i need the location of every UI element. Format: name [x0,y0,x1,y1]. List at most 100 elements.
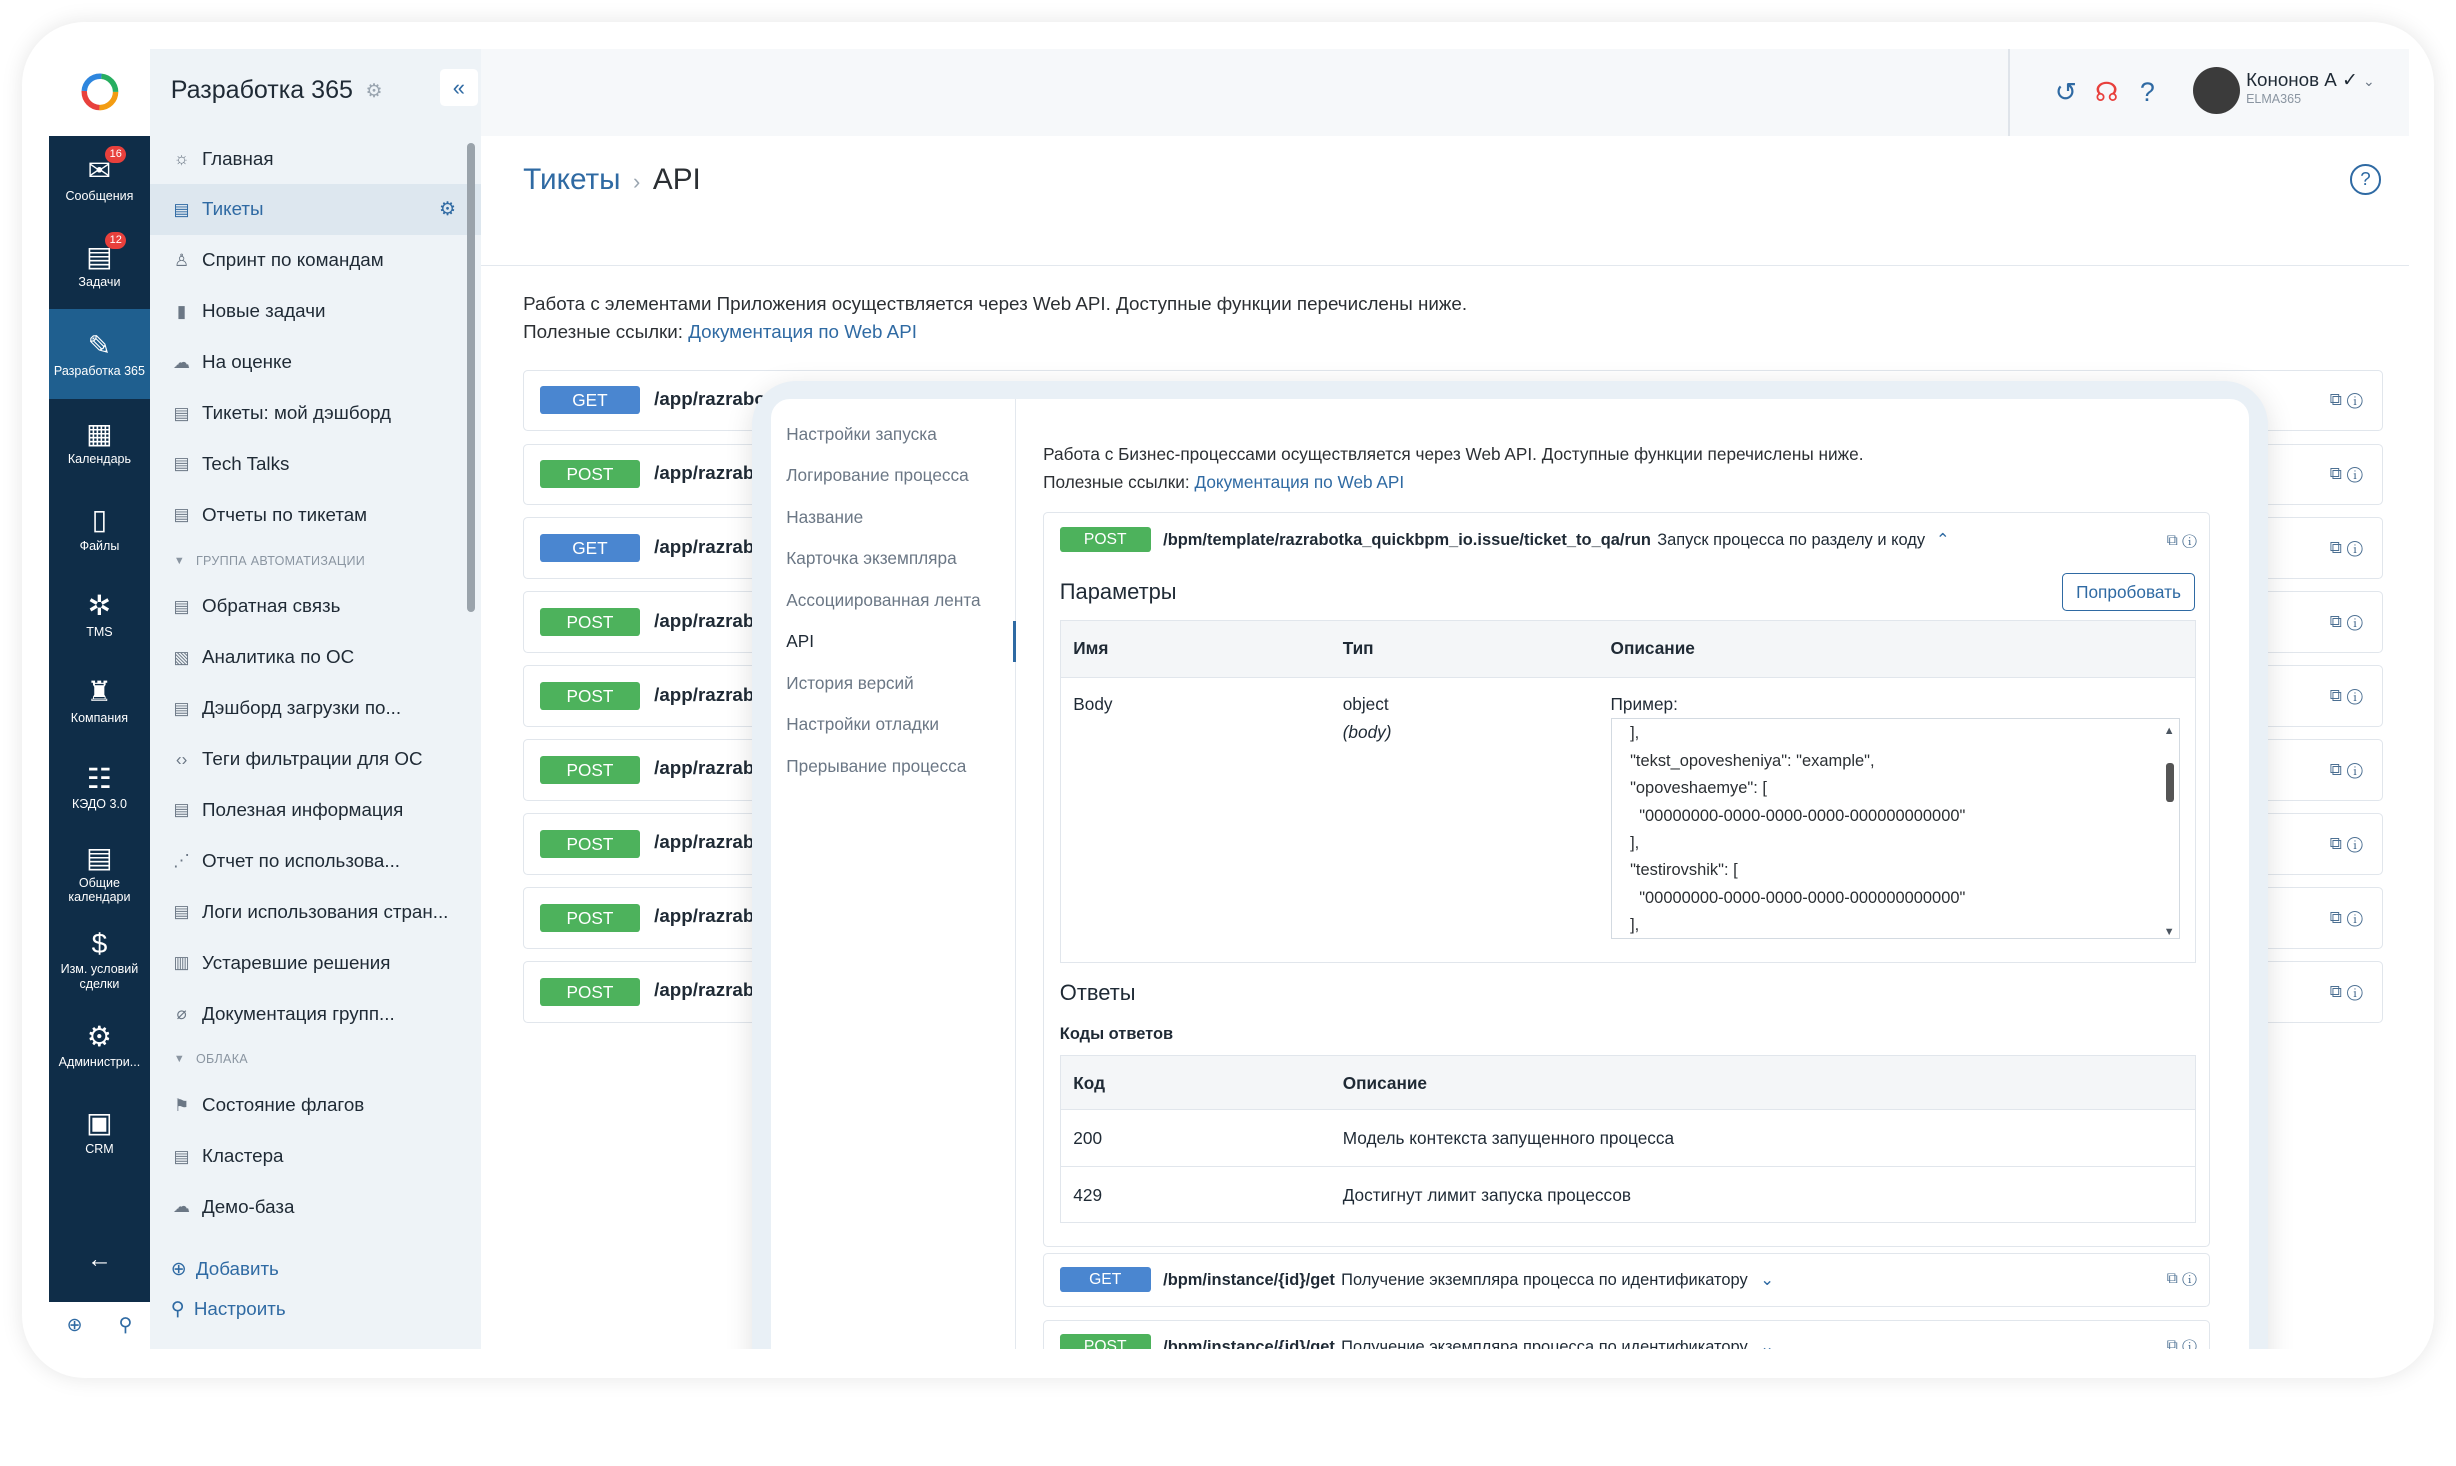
endpoint-path[interactable]: /bpm/template/razrabotka_quickbpm_io.iss… [1163,530,1950,550]
help-icon[interactable]: ⓘ [2347,463,2363,483]
sidebar-scrollbar[interactable] [466,142,475,1255]
settings-gear-icon[interactable]: ⚙ [365,80,382,102]
copy-icon[interactable]: ⧉ [2330,537,2347,557]
user-name[interactable]: Кононов А ✓ ⌄ [2246,69,2375,91]
endpoint-row[interactable]: GET/bpm/instance/{id}/get Получение экзем… [1043,1253,2211,1307]
endpoint-path[interactable]: /app/razrab [654,831,754,853]
try-it-button[interactable]: Попробовать [2061,572,2196,611]
help-icon[interactable]: ⓘ [2347,611,2363,631]
collapse-sidebar-button[interactable]: « [440,68,478,107]
endpoint-path[interactable]: /app/razrab [654,979,754,1001]
help-icon[interactable]: ⓘ [2182,1270,2197,1287]
help-icon[interactable]: ⓘ [2347,907,2363,927]
endpoint-path[interactable]: /app/razrab [654,757,754,779]
example-code-box[interactable]: ], "tekst_opovesheniya": "example", "opo… [1610,717,2180,940]
help-icon[interactable]: ? [2350,164,2381,196]
add-circle-icon[interactable]: ⊕ [67,1314,83,1336]
copy-icon[interactable]: ⧉ [2167,1337,2183,1349]
sidebar-item[interactable]: ☼ Главная [150,133,480,184]
gear-icon[interactable]: ⚙ [439,198,456,220]
web-api-docs-link[interactable]: Документация по Web API [688,321,917,342]
rail-item[interactable]: ✲ TMS [49,572,151,658]
sidebar-item[interactable]: ▤ Обратная связь [150,581,480,632]
copy-icon[interactable]: ⧉ [2330,389,2347,409]
sidebar-item[interactable]: ⋰ Отчет по использова... [150,835,480,886]
sidebar-item[interactable]: ‹› Теги фильтрации для ОС [150,734,480,785]
endpoint-path[interactable]: /app/razrab [654,610,754,632]
endpoint-path[interactable]: /bpm/instance/{id}/get Получение экземпля… [1163,1270,1774,1290]
sidebar-item[interactable]: ▧ Аналитика по ОС [150,632,480,683]
endpoint-path[interactable]: /app/razrab [654,462,754,484]
rail-item[interactable]: ✎ Разработка 365 [48,308,151,400]
code-scrollbar[interactable]: ▲ ▼ [2163,725,2176,938]
chevron-up-icon[interactable]: ⌃ [1936,531,1950,549]
copy-icon[interactable]: ⧉ [2330,463,2347,483]
rail-item[interactable]: ▤ Общие календари [49,830,151,916]
endpoint-path[interactable]: /app/razrab [654,905,754,927]
process-nav-item[interactable]: Логирование процесса [771,455,1015,497]
endpoint-row[interactable]: POST/bpm/instance/{id}/get Получение экзе… [1043,1320,2211,1349]
process-nav-item[interactable]: Карточка экземпляра [771,538,1015,580]
sidebar-item[interactable]: ▤ Отчеты по тикетам [150,489,480,540]
sidebar-item[interactable]: ▤ Дэшборд загрузки по... [150,683,480,734]
breadcrumb-root[interactable]: Тикеты [523,163,620,196]
add-button[interactable]: ⊕ Добавить [150,1248,480,1289]
endpoint-path[interactable]: /bpm/instance/{id}/get Получение экземпля… [1163,1337,1774,1349]
sidebar-item[interactable]: ▤ Полезная информация [150,785,480,836]
process-nav-item[interactable]: Прерывание процесса [771,745,1015,787]
endpoint-path[interactable]: /app/razrab [654,536,754,558]
copy-icon[interactable]: ⧉ [2330,759,2347,779]
support-headset-icon[interactable]: ☊ [2091,77,2122,108]
process-nav-item[interactable]: API [771,620,1017,663]
sidebar-item[interactable]: ▮ Новые задачи [150,286,480,337]
sidebar-item[interactable]: ▤ Кластера [150,1131,480,1182]
help-icon[interactable]: ⓘ [2347,537,2363,557]
help-icon[interactable]: ⓘ [2347,759,2363,779]
help-icon[interactable]: ⓘ [2182,532,2197,549]
copy-icon[interactable]: ⧉ [2330,907,2347,927]
copy-icon[interactable]: ⧉ [2330,685,2347,705]
rail-item[interactable]: $ Изм. условий сделки [49,916,151,1002]
sidebar-item[interactable]: ▤ Tech Talks [150,438,480,489]
avatar[interactable] [2192,67,2240,115]
copy-icon[interactable]: ⧉ [2167,1270,2183,1287]
sidebar-item[interactable]: ☁ На оценке [150,337,480,388]
copy-icon[interactable]: ⧉ [2330,833,2347,853]
app-logo[interactable] [48,48,151,137]
copy-icon[interactable]: ⧉ [2330,611,2347,631]
rail-item[interactable]: ⚙ Администри... [49,1002,151,1088]
chevron-down-icon[interactable]: ⌄ [1760,1271,1774,1289]
help-icon[interactable]: ⓘ [2182,1337,2197,1349]
process-web-api-docs-link[interactable]: Документация по Web API [1194,472,1404,492]
process-nav-item[interactable]: История версий [771,662,1015,704]
sidebar-item[interactable]: ▤ Логи использования стран... [150,886,480,937]
wrench-icon[interactable]: ⚲ [119,1314,133,1336]
process-nav-item[interactable]: Название [771,496,1015,538]
process-nav-item[interactable]: Настройки отладки [771,704,1015,746]
help-icon[interactable]: ⓘ [2347,685,2363,705]
rail-item[interactable]: ▦ Календарь [49,399,151,485]
help-icon[interactable]: ⓘ [2347,981,2363,1001]
configure-button[interactable]: ⚲ Настроить [150,1289,480,1330]
copy-icon[interactable]: ⧉ [2330,981,2347,1001]
rail-item[interactable]: ♜ Компания [49,658,151,744]
rail-item[interactable]: ▣ CRM [49,1089,151,1175]
sidebar-group-header[interactable]: ▼ ОБЛАКА [150,1039,480,1080]
sidebar-item[interactable]: ♙ Спринт по командам [150,235,480,286]
sidebar-item[interactable]: ▤ Тикеты ⚙ [150,184,481,235]
sidebar-item[interactable]: ▤ Тикеты: мой дэшборд [150,388,480,439]
history-icon[interactable]: ↺ [2050,77,2081,108]
copy-icon[interactable]: ⧉ [2167,532,2178,549]
back-arrow-icon[interactable]: ← [49,1245,151,1308]
sidebar-item[interactable]: ⚑ Состояние флагов [150,1080,480,1131]
scroll-up-icon[interactable]: ▲ [2163,725,2176,737]
scroll-down-icon[interactable]: ▼ [2163,926,2176,938]
sidebar-item[interactable]: ⌀ Документация групп... [150,988,480,1039]
sidebar-group-header[interactable]: ▼ ГРУППА АВТОМАТИЗАЦИИ [150,540,480,581]
endpoint-path[interactable]: /app/razrab [654,684,754,706]
rail-item[interactable]: ✉ Сообщения 16 [49,136,151,222]
process-nav-item[interactable]: Настройки запуска [771,413,1015,455]
help-icon[interactable]: ⓘ [2347,389,2363,409]
help-icon[interactable]: ⓘ [2347,833,2363,853]
rail-item[interactable]: ☷ КЭДО 3.0 [49,744,151,830]
